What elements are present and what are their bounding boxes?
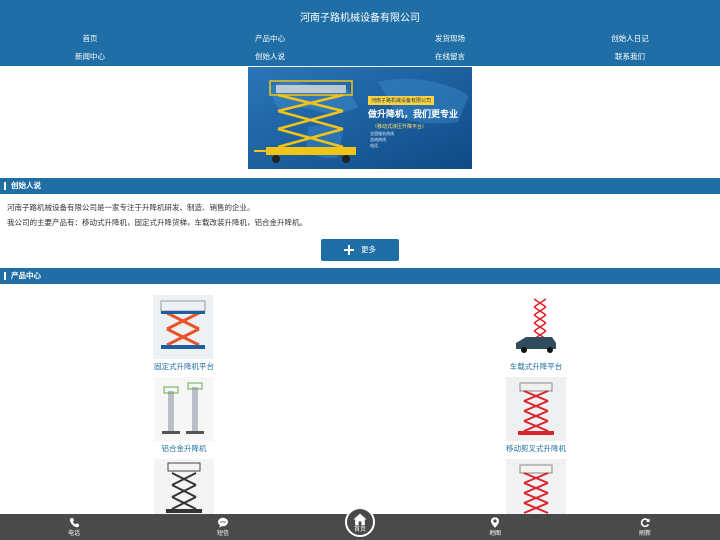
banner-product: （移动式液压升降平台） <box>372 124 428 130</box>
vehicle-lift-image <box>506 295 566 359</box>
plus-icon <box>348 245 350 255</box>
bottom-nav-map[interactable]: 地图 <box>465 514 525 540</box>
message-icon <box>218 517 228 528</box>
section-marker <box>4 272 6 280</box>
refresh-icon <box>640 518 650 528</box>
section-marker <box>4 182 6 190</box>
banner-slogan: 做升降机，我们更专业 <box>368 110 459 120</box>
more-label: 更多 <box>361 245 376 254</box>
phone-icon <box>69 518 79 528</box>
product-card[interactable]: 固定式升降机平台 <box>114 295 254 375</box>
nav-item-founder-says[interactable]: 创始人说 <box>180 48 360 65</box>
fixed-lift-image <box>153 295 213 359</box>
section-title: 创始人说 <box>11 181 41 190</box>
main-nav: 首页 产品中心 发货现场 创始人日记 新闻中心 创始人说 在线留言 联系我们 <box>0 30 720 64</box>
mobile-scissor-lift-image <box>506 377 566 441</box>
product-name: 移动剪叉式升降机 <box>506 444 566 453</box>
products-section-header: 产品中心 <box>0 268 720 284</box>
bottom-nav-label: 刷新 <box>638 530 651 537</box>
site-header: 河南子路机械设备有限公司 首页 产品中心 发货现场 创始人日记 新闻中心 创始人… <box>0 0 720 66</box>
bottom-nav-label: 地图 <box>488 530 501 537</box>
nav-item-contact[interactable]: 联系我们 <box>540 48 720 65</box>
bottom-nav-refresh[interactable]: 刷新 <box>615 514 675 540</box>
site-title: 河南子路机械设备有限公司 <box>300 13 420 24</box>
nav-item-products[interactable]: 产品中心 <box>180 30 360 47</box>
about-paragraph: 河南子路机械设备有限公司是一家专注于升降机研发、制造、销售的企业。 <box>7 203 255 212</box>
home-icon <box>353 513 367 526</box>
bottom-nav-label: 首页 <box>353 526 366 533</box>
product-name: 固定式升降机平台 <box>154 362 214 371</box>
about-paragraph: 我公司的主要产品有：移动式升降机，固定式升降货梯，车载改装升降机，铝合金升降机。 <box>7 218 307 227</box>
founder-section-header: 创始人说 <box>0 178 720 194</box>
bottom-nav-message[interactable]: 短信 <box>193 514 253 540</box>
more-button[interactable]: 更多 <box>321 239 399 261</box>
nav-item-news[interactable]: 新闻中心 <box>0 48 180 65</box>
product-card[interactable]: 移动剪叉式升降机 <box>466 377 606 457</box>
banner-company: 河南子路机械设备有限公司 <box>368 96 435 105</box>
map-pin-icon <box>491 517 499 528</box>
banner[interactable]: 河南子路机械设备有限公司 做升降机，我们更专业 （移动式液压升降平台） 全国服务… <box>248 67 472 169</box>
bottom-nav-label: 电话 <box>67 530 80 537</box>
bottom-nav-label: 短信 <box>216 530 229 537</box>
banner-line: 电话 <box>370 143 378 148</box>
nav-item-shipping[interactable]: 发货现场 <box>360 30 540 47</box>
product-name: 铝合金升降机 <box>161 444 207 453</box>
product-name: 车载式升降平台 <box>509 362 563 371</box>
bottom-nav-phone[interactable]: 电话 <box>44 514 104 540</box>
nav-item-message[interactable]: 在线留言 <box>360 48 540 65</box>
bottom-nav-home[interactable]: 首页 <box>345 507 375 537</box>
section-title: 产品中心 <box>11 271 41 280</box>
nav-item-home[interactable]: 首页 <box>0 30 180 47</box>
product-card[interactable]: 车载式升降平台 <box>466 295 606 375</box>
product-card[interactable]: 铝合金升降机 <box>114 377 254 457</box>
aluminum-lift-image <box>154 377 214 441</box>
nav-item-founder-diary[interactable]: 创始人日记 <box>540 30 720 47</box>
